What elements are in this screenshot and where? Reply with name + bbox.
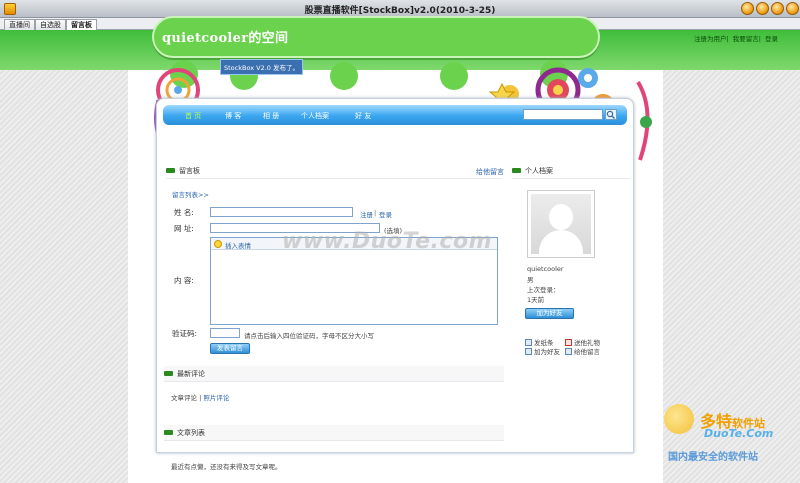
nav-bar: 首 页 博 客 相 册 个人档案 好 友 bbox=[163, 105, 627, 125]
search-button[interactable] bbox=[605, 109, 617, 120]
brand-tagline: 国内最安全的软件站 bbox=[668, 452, 758, 463]
profile-last-login-label: 上次登录： bbox=[527, 286, 560, 294]
note-icon bbox=[525, 339, 532, 346]
profile-last-login-value: 1天前 bbox=[527, 296, 545, 304]
blog-name: quietcooler的空间 bbox=[162, 31, 289, 46]
link-separator: | bbox=[374, 209, 377, 217]
nav-blog[interactable]: 博 客 bbox=[225, 111, 241, 121]
guestbook-side-link[interactable]: 给他留言 bbox=[565, 346, 600, 356]
smiley-icon[interactable] bbox=[214, 240, 222, 248]
gift-icon bbox=[565, 339, 572, 346]
site-watermark: www.DuoTe.com bbox=[282, 229, 492, 254]
minimize-button[interactable] bbox=[756, 2, 769, 15]
window-title: 股票直播软件[StockBox]v2.0(2010-3-25) bbox=[304, 6, 496, 16]
avatar-body bbox=[539, 230, 583, 254]
comments-header: 最新评论 bbox=[164, 366, 504, 382]
cloud-scallop bbox=[330, 62, 358, 90]
friend-icon bbox=[525, 348, 532, 355]
captcha-input[interactable] bbox=[210, 328, 240, 338]
add-friend-link[interactable]: 加为好友 bbox=[525, 346, 560, 356]
avatar-head bbox=[549, 204, 573, 230]
nav-profile[interactable]: 个人档案 bbox=[301, 111, 329, 121]
login-link[interactable]: 登录 bbox=[379, 209, 392, 219]
profile-gender: 男 bbox=[527, 276, 534, 284]
top-link-register[interactable]: 注册为用户 bbox=[694, 35, 727, 43]
articles-empty-text: 最近有点懒，还没有来得及写文章呢。 bbox=[171, 463, 282, 471]
search-input[interactable] bbox=[523, 109, 603, 120]
maximize-button[interactable] bbox=[771, 2, 784, 15]
profile-title: 个人档案 bbox=[525, 167, 553, 175]
guestbook-header: 留言板 bbox=[166, 163, 502, 179]
captcha-label: 验证码: bbox=[172, 329, 198, 338]
submit-message-button[interactable]: 发表留言 bbox=[210, 343, 250, 354]
insert-emoticon-link[interactable]: 插入表情 bbox=[225, 240, 251, 250]
nav-home[interactable]: 首 页 bbox=[185, 111, 201, 121]
article-comments-link[interactable]: 文章评论 bbox=[171, 394, 197, 402]
section-bullet-icon bbox=[164, 430, 173, 435]
section-bullet-icon bbox=[512, 168, 521, 173]
photo-comments-link[interactable]: 照片评论 bbox=[203, 394, 229, 402]
avatar-placeholder-icon bbox=[531, 194, 591, 254]
brand-domain: DuoTe.Com bbox=[704, 427, 774, 440]
comment-filter: 文章评论 | 照片评论 bbox=[171, 394, 230, 402]
avatar[interactable] bbox=[527, 190, 595, 258]
brand-logo-icon bbox=[664, 404, 694, 434]
top-link-leave-message[interactable]: 我要留言 bbox=[733, 35, 759, 43]
add-friend-button[interactable]: 加为好友 bbox=[525, 308, 574, 319]
captcha-hint: 请点击后输入四位验证码，字母不区分大小写 bbox=[244, 332, 374, 340]
search-icon bbox=[606, 110, 615, 119]
nav-album[interactable]: 相 册 bbox=[263, 111, 279, 121]
help-button[interactable] bbox=[741, 2, 754, 15]
articles-title: 文章列表 bbox=[177, 429, 205, 437]
comments-title: 最新评论 bbox=[177, 370, 205, 378]
nav-friends[interactable]: 好 友 bbox=[355, 111, 371, 121]
message-icon bbox=[565, 348, 572, 355]
name-input[interactable] bbox=[210, 207, 353, 217]
site-label: 网 址: bbox=[174, 224, 194, 233]
top-link-login[interactable]: 登录 bbox=[765, 35, 778, 43]
section-bullet-icon bbox=[164, 371, 173, 376]
articles-header: 文章列表 bbox=[164, 425, 504, 441]
name-label: 姓 名: bbox=[174, 208, 194, 217]
close-button[interactable] bbox=[786, 2, 799, 15]
leave-message-link[interactable]: 给他留言 bbox=[476, 167, 504, 177]
tab-watchlist[interactable]: 自选股 bbox=[35, 19, 66, 30]
profile-header: 个人档案 bbox=[512, 163, 630, 179]
cloud-scallop bbox=[440, 62, 468, 90]
profile-username: quietcooler bbox=[527, 265, 564, 273]
guestbook-side-label: 给他留言 bbox=[574, 348, 600, 356]
top-links: 注册为用户| 我要留言| 登录 bbox=[693, 35, 778, 43]
register-link[interactable]: 注册 bbox=[360, 209, 373, 219]
content-label: 内 容: bbox=[174, 276, 194, 285]
blog-slogan: StockBox V2.0 发布了。 bbox=[220, 59, 303, 75]
section-bullet-icon bbox=[166, 168, 175, 173]
guestbook-title: 留言板 bbox=[179, 167, 200, 175]
guestbook-list-link[interactable]: 留言列表>> bbox=[172, 189, 209, 199]
tab-live-room[interactable]: 直播间 bbox=[4, 19, 35, 30]
add-friend-label: 加为好友 bbox=[534, 348, 560, 356]
